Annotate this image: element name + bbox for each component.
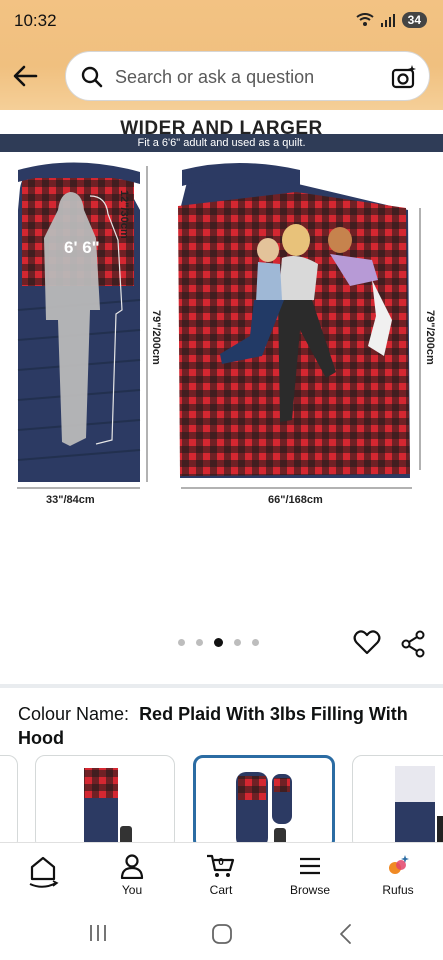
nav-rufus[interactable]: Rufus xyxy=(363,853,433,897)
carousel-dot-active[interactable] xyxy=(214,638,223,647)
dim-hood-label: 12"/30cm xyxy=(118,190,130,239)
menu-icon xyxy=(300,857,320,875)
dim-width-right-label: 66"/168cm xyxy=(268,494,323,506)
nav-you[interactable]: You xyxy=(97,853,167,897)
swatch-option[interactable] xyxy=(35,755,175,850)
status-bar: 10:32 34 xyxy=(0,0,443,42)
colour-name: Colour Name: Red Plaid With 3lbs Filling… xyxy=(18,702,428,750)
recent-apps-icon[interactable] xyxy=(88,924,108,942)
dim-length-left-label: 79"/200cm xyxy=(150,310,162,365)
swatch-option[interactable] xyxy=(0,755,18,850)
sleeping-bag-illustration xyxy=(17,162,421,489)
nav-label: Rufus xyxy=(382,883,414,897)
swatch-option[interactable] xyxy=(352,755,443,850)
swatch-thumbnail xyxy=(236,772,292,847)
carousel-dot[interactable] xyxy=(178,639,185,646)
carousel-dots xyxy=(178,638,259,647)
colour-label: Colour Name: xyxy=(18,704,130,724)
swatch-thumbnail xyxy=(84,768,132,849)
camera-scan-icon[interactable] xyxy=(391,64,417,90)
swatch-thumbnail xyxy=(395,766,443,849)
search-icon xyxy=(81,66,103,88)
rufus-icon xyxy=(389,855,409,874)
carousel-dot[interactable] xyxy=(252,639,259,646)
search-input[interactable]: Search or ask a question xyxy=(115,67,314,88)
cart-count: 0 xyxy=(218,857,224,868)
search-bar[interactable]: Search or ask a question xyxy=(65,51,430,101)
app-screen: 10:32 34 Search or ask a question WIDER … xyxy=(0,0,443,960)
home-nav-icon[interactable] xyxy=(211,923,233,945)
cart-icon: 0 xyxy=(207,854,235,877)
section-divider xyxy=(0,684,443,688)
nav-label: Cart xyxy=(209,883,233,897)
signal-icon xyxy=(380,14,395,27)
heart-icon[interactable] xyxy=(353,629,381,655)
colour-swatch-row xyxy=(0,755,443,850)
system-nav-bar xyxy=(0,904,443,960)
bottom-nav: You 0 Cart Browse Rufus xyxy=(0,842,443,904)
swatch-option-selected[interactable] xyxy=(193,755,335,850)
share-icon[interactable] xyxy=(400,630,426,658)
product-image[interactable]: WIDER AND LARGER Fit a 6'6" adult and us… xyxy=(0,110,443,620)
carousel-dot[interactable] xyxy=(196,639,203,646)
back-arrow-icon[interactable] xyxy=(10,60,42,92)
battery-badge: 34 xyxy=(401,12,427,28)
dim-length-right-label: 79"/200cm xyxy=(424,310,436,365)
nav-label: Browse xyxy=(289,883,330,897)
status-icons: 34 xyxy=(356,12,427,28)
user-icon xyxy=(120,854,144,879)
image-subheadline: Fit a 6'6" adult and used as a quilt. xyxy=(0,134,443,152)
nav-home[interactable] xyxy=(8,853,78,893)
header-area: 10:32 34 Search or ask a question xyxy=(0,0,443,110)
status-time: 10:32 xyxy=(14,11,57,30)
dim-width-left-label: 33"/84cm xyxy=(46,494,95,506)
nav-browse[interactable]: Browse xyxy=(275,853,345,897)
nav-label: You xyxy=(121,883,143,897)
height-tag: 6' 6" xyxy=(64,238,100,257)
nav-cart[interactable]: 0 Cart xyxy=(186,853,256,897)
carousel-dot[interactable] xyxy=(234,639,241,646)
wifi-icon xyxy=(356,13,374,26)
back-nav-icon[interactable] xyxy=(338,923,354,945)
home-icon xyxy=(29,856,59,888)
